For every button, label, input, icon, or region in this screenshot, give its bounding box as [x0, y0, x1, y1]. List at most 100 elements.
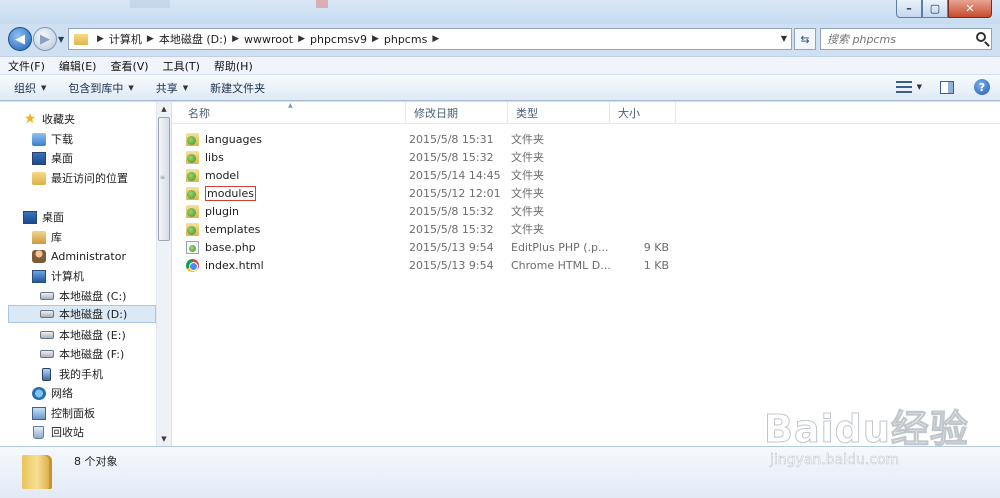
- menu-tools[interactable]: 工具(T): [163, 58, 200, 74]
- tree-item-drive-e[interactable]: 本地磁盘 (E:): [40, 326, 126, 344]
- file-name-cell[interactable]: libs: [186, 148, 224, 166]
- table-row[interactable]: plugin 2015/5/8 15:32 文件夹: [180, 202, 680, 220]
- menu-edit[interactable]: 编辑(E): [59, 58, 97, 74]
- tree-item-label: 本地磁盘 (F:): [59, 348, 125, 361]
- file-size-cell: [609, 130, 669, 148]
- drive-icon: [40, 331, 54, 339]
- menu-file[interactable]: 文件(F): [8, 58, 45, 74]
- star-icon: ★: [23, 110, 37, 127]
- table-row[interactable]: modules 2015/5/12 12:01 文件夹: [180, 184, 680, 202]
- breadcrumb-drive-d[interactable]: 本地磁盘 (D:): [159, 31, 227, 47]
- menu-help[interactable]: 帮助(H): [214, 58, 253, 74]
- breadcrumb-phpcms[interactable]: phpcms: [384, 33, 427, 46]
- address-history-dropdown[interactable]: ▼: [781, 34, 787, 43]
- file-date-cell: 2015/5/12 12:01: [409, 186, 501, 200]
- organize-button[interactable]: 组织 ▼: [14, 80, 46, 96]
- tree-item-libraries[interactable]: 库: [32, 228, 62, 246]
- file-name-cell[interactable]: modules: [186, 184, 256, 202]
- forward-button[interactable]: ▶: [33, 27, 57, 51]
- file-name: plugin: [205, 204, 240, 218]
- chevron-right-icon[interactable]: ▶: [232, 34, 239, 44]
- share-button[interactable]: 共享 ▼: [156, 80, 188, 96]
- view-controls: ▼ ?: [895, 79, 990, 95]
- tree-item-recent-places[interactable]: 最近访问的位置: [32, 169, 128, 187]
- back-button[interactable]: ◀: [8, 27, 32, 51]
- new-folder-button[interactable]: 新建文件夹: [210, 80, 265, 96]
- close-button[interactable]: ✕: [948, 0, 992, 18]
- include-in-library-button[interactable]: 包含到库中 ▼: [68, 80, 133, 96]
- watermark-url: jingyan.baidu.com: [770, 452, 900, 469]
- title-bar: – ▢ ✕: [0, 0, 1000, 24]
- preview-pane-icon[interactable]: [940, 80, 954, 94]
- tree-item-administrator[interactable]: Administrator: [32, 247, 126, 265]
- tree-item-drive-d[interactable]: 本地磁盘 (D:): [8, 305, 156, 323]
- change-view-icon[interactable]: [895, 79, 913, 95]
- library-icon: [32, 230, 46, 244]
- tree-item-label: 计算机: [51, 270, 84, 283]
- maximize-button[interactable]: ▢: [922, 0, 948, 18]
- address-bar[interactable]: ▶ 计算机 ▶ 本地磁盘 (D:) ▶ wwwroot ▶ phpcmsv9 ▶…: [68, 28, 792, 50]
- minimize-button[interactable]: –: [896, 0, 922, 18]
- menu-view[interactable]: 查看(V): [110, 58, 148, 74]
- navigation-scrollbar[interactable]: ▲ ≡ ▼: [156, 102, 171, 446]
- file-name-cell[interactable]: base.php: [186, 238, 256, 256]
- file-name-cell[interactable]: index.html: [186, 256, 264, 274]
- column-header-date[interactable]: 修改日期: [406, 102, 508, 124]
- tree-item-label: 本地磁盘 (C:): [59, 290, 127, 303]
- column-header-type[interactable]: 类型: [508, 102, 610, 124]
- file-name-cell[interactable]: model: [186, 166, 239, 184]
- tree-item-drive-c[interactable]: 本地磁盘 (C:): [40, 287, 126, 305]
- column-header-name[interactable]: 名称: [180, 102, 406, 124]
- breadcrumb-phpcmsv9[interactable]: phpcmsv9: [310, 33, 367, 46]
- tree-item-my-phone[interactable]: 我的手机: [40, 365, 103, 383]
- tree-item-computer[interactable]: 计算机: [32, 267, 84, 285]
- file-name-cell[interactable]: plugin: [186, 202, 239, 220]
- tree-item-desktop[interactable]: 桌面: [23, 208, 64, 226]
- file-type-cell: 文件夹: [511, 187, 544, 200]
- breadcrumb-wwwroot[interactable]: wwwroot: [244, 33, 293, 46]
- tree-item-control-panel[interactable]: 控制面板: [32, 404, 95, 422]
- search-box[interactable]: [820, 28, 992, 50]
- tree-item-recycle-bin[interactable]: 回收站: [32, 423, 84, 441]
- table-row[interactable]: templates 2015/5/8 15:32 文件夹: [180, 220, 680, 238]
- recent-pages-dropdown[interactable]: ▼: [58, 35, 64, 44]
- chevron-right-icon[interactable]: ▶: [147, 34, 154, 44]
- tree-item-downloads[interactable]: 下载: [32, 130, 73, 148]
- help-icon[interactable]: ?: [974, 79, 990, 95]
- baidu-watermark: Baidu经验 jingyan.baidu.com: [764, 398, 1000, 478]
- file-name-cell[interactable]: languages: [186, 130, 262, 148]
- breadcrumb-computer[interactable]: 计算机: [109, 31, 142, 47]
- scroll-down-arrow-icon[interactable]: ▼: [157, 432, 171, 446]
- search-icon[interactable]: [976, 32, 986, 42]
- file-date-cell: 2015/5/14 14:45: [409, 168, 501, 182]
- chevron-right-icon[interactable]: ▶: [432, 34, 439, 44]
- file-name: model: [205, 168, 240, 182]
- background-ghost: [316, 0, 328, 8]
- tree-item-drive-f[interactable]: 本地磁盘 (F:): [40, 345, 124, 363]
- file-date-cell: 2015/5/8 15:32: [409, 204, 494, 218]
- chevron-right-icon[interactable]: ▶: [372, 34, 379, 44]
- folder-icon: [186, 132, 199, 146]
- table-row[interactable]: languages 2015/5/8 15:31 文件夹: [180, 130, 680, 148]
- tree-item-network[interactable]: 网络: [32, 384, 73, 402]
- table-row[interactable]: index.html 2015/5/13 9:54 Chrome HTML D.…: [180, 256, 680, 274]
- scroll-up-arrow-icon[interactable]: ▲: [157, 102, 171, 116]
- file-size-cell: [609, 166, 669, 184]
- file-date-cell: 2015/5/13 9:54: [409, 258, 494, 272]
- tree-item-desktop-fav[interactable]: 桌面: [32, 149, 73, 167]
- table-row[interactable]: libs 2015/5/8 15:32 文件夹: [180, 148, 680, 166]
- file-type-cell: Chrome HTML D...: [511, 258, 611, 272]
- tree-item-favorites[interactable]: ★ 收藏夹: [23, 110, 75, 128]
- refresh-icon: ⇆: [800, 32, 810, 46]
- chevron-right-icon[interactable]: ▶: [97, 34, 104, 44]
- view-options-dropdown[interactable]: ▼: [917, 83, 922, 91]
- table-row[interactable]: model 2015/5/14 14:45 文件夹: [180, 166, 680, 184]
- search-input[interactable]: [827, 32, 973, 46]
- table-row[interactable]: base.php 2015/5/13 9:54 EditPlus PHP (.p…: [180, 238, 680, 256]
- file-name-cell[interactable]: templates: [186, 220, 260, 238]
- refresh-button[interactable]: ⇆: [794, 28, 816, 50]
- caret-down-icon: ▼: [182, 83, 189, 92]
- column-header-size[interactable]: 大小: [610, 102, 676, 124]
- folder-icon: [186, 222, 199, 236]
- chevron-right-icon[interactable]: ▶: [298, 34, 305, 44]
